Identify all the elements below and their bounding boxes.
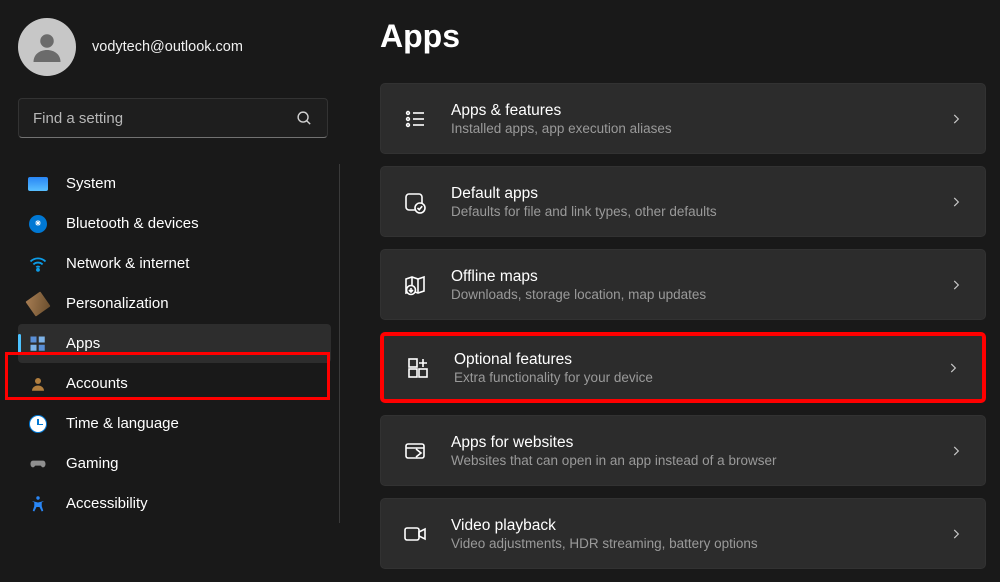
card-subtitle: Websites that can open in an app instead… — [451, 453, 949, 468]
chevron-right-icon — [949, 112, 963, 126]
card-subtitle: Defaults for file and link types, other … — [451, 204, 949, 219]
sidebar-item-accessibility[interactable]: Accessibility — [18, 484, 331, 523]
sidebar-item-label: Apps — [66, 335, 100, 352]
main-content: Apps Apps & features Installed apps, app… — [340, 0, 1000, 582]
sidebar-item-gaming[interactable]: Gaming — [18, 444, 331, 483]
sidebar-item-label: Bluetooth & devices — [66, 215, 199, 232]
list-icon — [403, 107, 427, 131]
card-subtitle: Extra functionality for your device — [454, 370, 946, 385]
person-icon — [28, 374, 48, 394]
card-offline-maps[interactable]: Offline maps Downloads, storage location… — [380, 249, 986, 320]
sidebar: vodytech@outlook.com System ⁕ Bluetooth … — [0, 0, 340, 582]
card-default-apps[interactable]: Default apps Defaults for file and link … — [380, 166, 986, 237]
sidebar-nav: System ⁕ Bluetooth & devices Network & i… — [18, 164, 340, 523]
gamepad-icon — [28, 454, 48, 474]
wifi-icon — [28, 254, 48, 274]
map-icon — [403, 273, 427, 297]
monitor-icon — [28, 174, 48, 194]
user-account-block[interactable]: vodytech@outlook.com — [18, 18, 340, 76]
card-apps-for-websites[interactable]: Apps for websites Websites that can open… — [380, 415, 986, 486]
card-apps-features[interactable]: Apps & features Installed apps, app exec… — [380, 83, 986, 154]
accessibility-icon — [28, 494, 48, 514]
card-video-playback[interactable]: Video playback Video adjustments, HDR st… — [380, 498, 986, 569]
card-subtitle: Downloads, storage location, map updates — [451, 287, 949, 302]
sidebar-item-time-language[interactable]: Time & language — [18, 404, 331, 443]
sidebar-item-personalization[interactable]: Personalization — [18, 284, 331, 323]
default-apps-icon — [403, 190, 427, 214]
sidebar-item-system[interactable]: System — [18, 164, 331, 203]
chevron-right-icon — [946, 361, 960, 375]
sidebar-item-label: Time & language — [66, 415, 179, 432]
paintbrush-icon — [28, 294, 48, 314]
video-icon — [403, 522, 427, 546]
search-icon — [296, 110, 313, 127]
page-title: Apps — [380, 18, 986, 55]
chevron-right-icon — [949, 195, 963, 209]
search-box[interactable] — [18, 98, 328, 138]
user-email: vodytech@outlook.com — [92, 39, 243, 55]
card-subtitle: Installed apps, app execution aliases — [451, 121, 949, 136]
card-title: Apps & features — [451, 102, 949, 120]
optional-features-icon — [406, 356, 430, 380]
websites-icon — [403, 439, 427, 463]
bluetooth-icon: ⁕ — [28, 214, 48, 234]
sidebar-item-label: Accessibility — [66, 495, 148, 512]
sidebar-item-label: System — [66, 175, 116, 192]
apps-icon — [28, 334, 48, 354]
chevron-right-icon — [949, 278, 963, 292]
card-title: Apps for websites — [451, 434, 949, 452]
card-optional-features[interactable]: Optional features Extra functionality fo… — [380, 332, 986, 403]
sidebar-item-accounts[interactable]: Accounts — [18, 364, 331, 403]
sidebar-item-network[interactable]: Network & internet — [18, 244, 331, 283]
sidebar-item-label: Gaming — [66, 455, 119, 472]
sidebar-item-label: Personalization — [66, 295, 169, 312]
avatar — [18, 18, 76, 76]
chevron-right-icon — [949, 527, 963, 541]
sidebar-item-label: Network & internet — [66, 255, 189, 272]
search-input[interactable] — [33, 110, 296, 127]
sidebar-item-apps[interactable]: Apps — [18, 324, 331, 363]
card-title: Default apps — [451, 185, 949, 203]
card-title: Optional features — [454, 351, 946, 369]
chevron-right-icon — [949, 444, 963, 458]
sidebar-item-label: Accounts — [66, 375, 128, 392]
card-title: Offline maps — [451, 268, 949, 286]
clock-icon — [28, 414, 48, 434]
sidebar-item-bluetooth[interactable]: ⁕ Bluetooth & devices — [18, 204, 331, 243]
card-title: Video playback — [451, 517, 949, 535]
card-subtitle: Video adjustments, HDR streaming, batter… — [451, 536, 949, 551]
